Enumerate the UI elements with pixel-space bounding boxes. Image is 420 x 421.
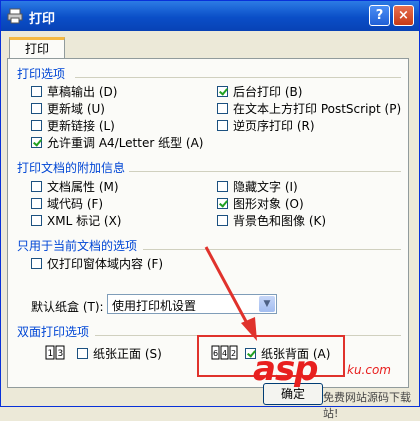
chevron-down-icon[interactable]: ▼ <box>259 296 275 312</box>
svg-text:1: 1 <box>48 349 54 359</box>
printer-icon <box>7 8 23 24</box>
checkbox-label: XML 标记 (X) <box>47 213 122 228</box>
checkbox-label: 纸张正面 (S) <box>93 346 162 361</box>
checkbox-label: 草稿输出 (D) <box>47 84 118 99</box>
background-print-checkbox[interactable]: 后台打印 (B) <box>217 83 302 99</box>
window-title: 打印 <box>29 12 56 27</box>
divider <box>143 249 401 250</box>
divider <box>75 77 401 78</box>
checkbox-label: 在文本上方打印 PostScript (P) <box>233 101 402 116</box>
form-fields-only-checkbox[interactable]: 仅打印窗体域内容 (F) <box>31 255 163 271</box>
checkbox-label: 图形对象 (O) <box>233 196 304 211</box>
checkbox-label: 文档属性 (M) <box>47 179 119 194</box>
checkbox-label: 逆页序打印 (R) <box>233 118 315 133</box>
current-doc-title: 只用于当前文档的选项 <box>17 239 138 253</box>
checkbox-label: 后台打印 (B) <box>233 84 303 99</box>
draft-output-checkbox[interactable]: 草稿输出 (D) <box>31 83 117 99</box>
checkbox-box[interactable] <box>31 180 42 192</box>
watermark-logo: asp <box>253 349 319 389</box>
title-bar[interactable]: 打印 ? × <box>1 1 419 31</box>
watermark-caption: 免费网站源码下载站! <box>323 391 411 420</box>
default-tray-value: 使用打印机设置 <box>112 299 197 313</box>
print-dialog: 打印 ? × 打印 打印选项 草稿输出 (D) 更新域 (U) 更新链接 (L)… <box>0 0 420 420</box>
doc-properties-checkbox[interactable]: 文档属性 (M) <box>31 178 119 194</box>
background-colors-checkbox[interactable]: 背景色和图像 (K) <box>217 212 326 228</box>
checkbox-label: 更新链接 (L) <box>47 118 115 133</box>
help-button[interactable]: ? <box>369 5 390 26</box>
tab-print[interactable]: 打印 <box>9 37 65 59</box>
checkbox-box[interactable] <box>31 102 42 114</box>
checkbox-box[interactable] <box>217 214 228 226</box>
duplex-options-title: 双面打印选项 <box>17 325 90 339</box>
checkbox-box[interactable] <box>31 257 42 269</box>
checkbox-label: 更新域 (U) <box>47 101 105 116</box>
postscript-over-text-checkbox[interactable]: 在文本上方打印 PostScript (P) <box>217 100 401 116</box>
print-options-title: 打印选项 <box>17 67 66 81</box>
checkbox-box[interactable] <box>217 197 228 209</box>
checkbox-box[interactable] <box>217 85 228 97</box>
checkbox-box[interactable] <box>217 102 228 114</box>
svg-text:3: 3 <box>58 349 64 359</box>
checkbox-box[interactable] <box>31 197 42 209</box>
close-button[interactable]: × <box>393 5 414 26</box>
checkbox-box[interactable] <box>31 85 42 97</box>
checkbox-box[interactable] <box>77 347 88 359</box>
default-tray-label: 默认纸盒 (T): <box>31 300 104 314</box>
xml-tags-checkbox[interactable]: XML 标记 (X) <box>31 212 121 228</box>
duplex-front-checkbox[interactable]: 纸张正面 (S) <box>77 345 162 361</box>
reverse-order-checkbox[interactable]: 逆页序打印 (R) <box>217 117 315 133</box>
field-codes-checkbox[interactable]: 域代码 (F) <box>31 195 103 211</box>
divider <box>129 171 401 172</box>
duplex-front-pages-icon: 1 3 <box>45 345 65 360</box>
drawing-objects-checkbox[interactable]: 图形对象 (O) <box>217 195 304 211</box>
hidden-text-checkbox[interactable]: 隐藏文字 (I) <box>217 178 298 194</box>
checkbox-label: 背景色和图像 (K) <box>233 213 327 228</box>
update-fields-checkbox[interactable]: 更新域 (U) <box>31 100 105 116</box>
checkbox-label: 仅打印窗体域内容 (F) <box>47 256 164 271</box>
checkbox-label: 允许重调 A4/Letter 纸型 (A) <box>47 135 204 150</box>
update-links-checkbox[interactable]: 更新链接 (L) <box>31 117 115 133</box>
extra-info-title: 打印文档的附加信息 <box>17 161 126 175</box>
checkbox-label: 域代码 (F) <box>47 196 104 211</box>
checkbox-box[interactable] <box>31 136 42 148</box>
checkbox-box[interactable] <box>31 214 42 226</box>
checkbox-box[interactable] <box>31 119 42 131</box>
default-tray-select[interactable]: 使用打印机设置 ▼ <box>107 294 277 314</box>
checkbox-box[interactable] <box>217 180 228 192</box>
checkbox-label: 隐藏文字 (I) <box>233 179 298 194</box>
checkbox-box[interactable] <box>217 119 228 131</box>
resize-a4-letter-checkbox[interactable]: 允许重调 A4/Letter 纸型 (A) <box>31 134 204 150</box>
watermark-domain: ku.com <box>347 363 391 377</box>
